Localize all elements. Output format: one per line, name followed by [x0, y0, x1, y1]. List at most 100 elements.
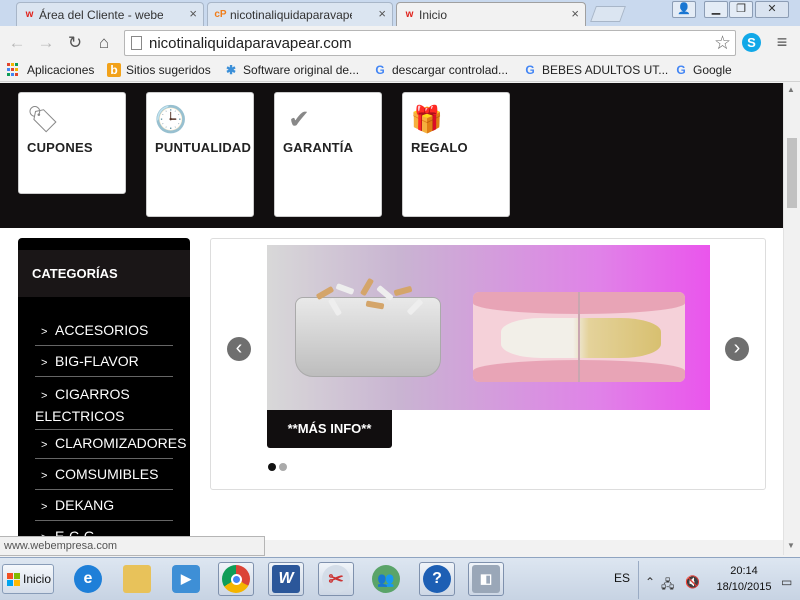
- chevron-right-icon: >: [41, 357, 48, 369]
- url-text[interactable]: nicotinaliquidaparavapear.com: [149, 35, 352, 52]
- tab-cpanel[interactable]: cP nicotinaliquidaparavapear ×: [207, 2, 393, 26]
- chrome-menu-icon[interactable]: ≡: [774, 32, 790, 52]
- tab-title: nicotinaliquidaparavapear: [230, 7, 352, 22]
- start-button[interactable]: Inicio: [2, 564, 54, 594]
- tag-icon: 🏷: [26, 104, 60, 134]
- google-icon: G: [525, 63, 535, 77]
- check-icon: ✔: [288, 104, 310, 134]
- feature-label: CUPONES: [27, 140, 93, 155]
- bookmark-aplicaciones[interactable]: Aplicaciones: [7, 63, 94, 77]
- scrollbar-thumb[interactable]: [787, 138, 797, 208]
- category-item[interactable]: > CIGARROS ELECTRICOS: [35, 384, 173, 430]
- reload-icon[interactable]: ↻: [64, 32, 86, 54]
- chevron-right-icon: >: [41, 470, 48, 482]
- category-item[interactable]: > CLAROMIZADORES: [35, 435, 186, 459]
- category-label: BIG-FLAVOR: [55, 353, 139, 369]
- minimize-icon[interactable]: ▁: [704, 1, 728, 18]
- category-item[interactable]: > DEKANG: [35, 497, 173, 521]
- volume-muted-icon[interactable]: 🔇: [685, 575, 700, 589]
- google-icon: G: [676, 63, 686, 77]
- bookmark-label: Software original de...: [243, 63, 360, 77]
- category-item[interactable]: > COMSUMIBLES: [35, 466, 173, 490]
- address-bar[interactable]: nicotinaliquidaparavapear.com ☆: [124, 30, 736, 56]
- user-profile-icon[interactable]: 👤: [672, 1, 696, 18]
- screen: w Área del Cliente - webemp × cP nicotin…: [0, 0, 800, 600]
- slider-dot-active[interactable]: [268, 463, 276, 471]
- mas-info-button[interactable]: **MÁS INFO**: [267, 410, 392, 448]
- close-window-icon[interactable]: ✕: [755, 1, 789, 18]
- category-item[interactable]: > ACCESORIOS: [35, 322, 173, 346]
- close-tab-icon[interactable]: ×: [378, 6, 386, 21]
- bookmark-bebes-adultos[interactable]: G BEBES ADULTOS UT...: [523, 63, 668, 77]
- show-desktop-icon[interactable]: ▭: [781, 575, 792, 589]
- back-arrow-icon[interactable]: ←: [6, 32, 28, 54]
- tab-title: Área del Cliente - webemp: [39, 7, 163, 22]
- word-icon[interactable]: W: [268, 562, 304, 596]
- snipping-tool-icon[interactable]: ✂: [318, 562, 354, 596]
- slider-next-arrow-icon[interactable]: ›: [725, 337, 749, 361]
- category-item[interactable]: > BIG-FLAVOR: [35, 353, 173, 377]
- forward-arrow-icon[interactable]: →: [35, 32, 57, 54]
- windows-flag-icon: [7, 572, 20, 586]
- feature-label: REGALO: [411, 140, 468, 155]
- new-tab-button[interactable]: [590, 6, 626, 22]
- google-icon: G: [375, 63, 385, 77]
- category-label: DEKANG: [55, 497, 115, 513]
- cpanel-favicon-icon: cP: [214, 9, 227, 20]
- network-icon[interactable]: 🖧: [661, 575, 674, 596]
- webempresa-favicon-icon: w: [25, 9, 34, 20]
- bookmark-google[interactable]: G Google: [674, 63, 731, 77]
- slider-dot[interactable]: [279, 463, 287, 471]
- contacts-icon[interactable]: 👥: [368, 562, 404, 596]
- scroll-up-icon[interactable]: ▲: [787, 85, 795, 94]
- restore-icon[interactable]: ❐: [729, 1, 753, 18]
- slider-banner-image[interactable]: [267, 245, 710, 410]
- bookmark-star-icon[interactable]: ☆: [714, 32, 731, 55]
- category-label: CLAROMIZADORES: [55, 435, 187, 451]
- bookmark-label: descargar controlad...: [392, 63, 509, 77]
- puzzle-icon: ✱: [225, 63, 237, 77]
- category-label: ACCESORIOS: [55, 322, 149, 338]
- bookmark-software-original[interactable]: ✱ Software original de...: [224, 63, 359, 77]
- feature-label: GARANTÍA: [283, 140, 354, 155]
- close-tab-icon[interactable]: ×: [571, 6, 579, 21]
- show-hidden-icons-icon[interactable]: ⌃: [645, 575, 655, 589]
- bookmark-sitios-sugeridos[interactable]: b Sitios sugeridos: [107, 63, 211, 77]
- feature-label: PUNTUALIDAD: [155, 140, 252, 155]
- tab-inicio[interactable]: w Inicio ×: [396, 2, 586, 26]
- feature-card-puntualidad[interactable]: 🕒 PUNTUALIDAD: [146, 92, 254, 217]
- promo-slider: ‹ › **MÁS INFO**: [210, 238, 766, 490]
- media-player-icon[interactable]: ▶: [168, 562, 204, 596]
- categories-sidebar: CATEGORÍAS > ACCESORIOS > BIG-FLAVOR > CIGA…: [18, 238, 190, 540]
- bing-icon: b: [107, 63, 121, 77]
- teeth-comparison-image: [473, 292, 685, 382]
- tab-strip: w Área del Cliente - webemp × cP nicotin…: [0, 0, 800, 26]
- slider-prev-arrow-icon[interactable]: ‹: [227, 337, 251, 361]
- file-explorer-icon[interactable]: [119, 562, 155, 596]
- chevron-right-icon: >: [41, 439, 48, 451]
- chevron-right-icon: >: [41, 501, 48, 513]
- bookmarks-bar: Aplicaciones b Sitios sugeridos ✱ Softwa…: [0, 60, 800, 82]
- feature-card-cupones[interactable]: 🏷 CUPONES: [18, 92, 126, 194]
- tab-area-cliente[interactable]: w Área del Cliente - webemp ×: [16, 2, 204, 26]
- bookmark-descargar-controlad[interactable]: G descargar controlad...: [373, 63, 508, 77]
- feature-card-regalo[interactable]: 🎁 REGALO: [402, 92, 510, 217]
- scroll-down-icon[interactable]: ▼: [787, 541, 795, 550]
- ashtray-image: [295, 277, 441, 377]
- home-icon[interactable]: ⌂: [93, 32, 115, 54]
- page-scrollbar[interactable]: ▲ ▼: [783, 83, 800, 555]
- apps-grid-icon: [7, 63, 21, 77]
- language-indicator[interactable]: ES: [614, 571, 630, 585]
- page-icon: [131, 36, 142, 50]
- close-tab-icon[interactable]: ×: [189, 6, 197, 21]
- system-clock[interactable]: 20:14 18/10/2015: [712, 563, 776, 595]
- clock-time: 20:14: [730, 565, 758, 577]
- browser-toolbar: ← → ↻ ⌂ nicotinaliquidaparavapear.com ☆ …: [0, 26, 800, 60]
- skype-extension-icon[interactable]: S: [742, 33, 761, 52]
- feature-card-garantia[interactable]: ✔ GARANTÍA: [274, 92, 382, 217]
- chrome-icon[interactable]: [218, 562, 254, 596]
- internet-explorer-icon[interactable]: e: [70, 562, 106, 596]
- page-viewport: 🏷 CUPONES 🕒 PUNTUALIDAD ✔ GARANTÍA 🎁 REG…: [0, 83, 783, 540]
- help-icon[interactable]: ?: [419, 562, 455, 596]
- window-app-icon[interactable]: ◧: [468, 562, 504, 596]
